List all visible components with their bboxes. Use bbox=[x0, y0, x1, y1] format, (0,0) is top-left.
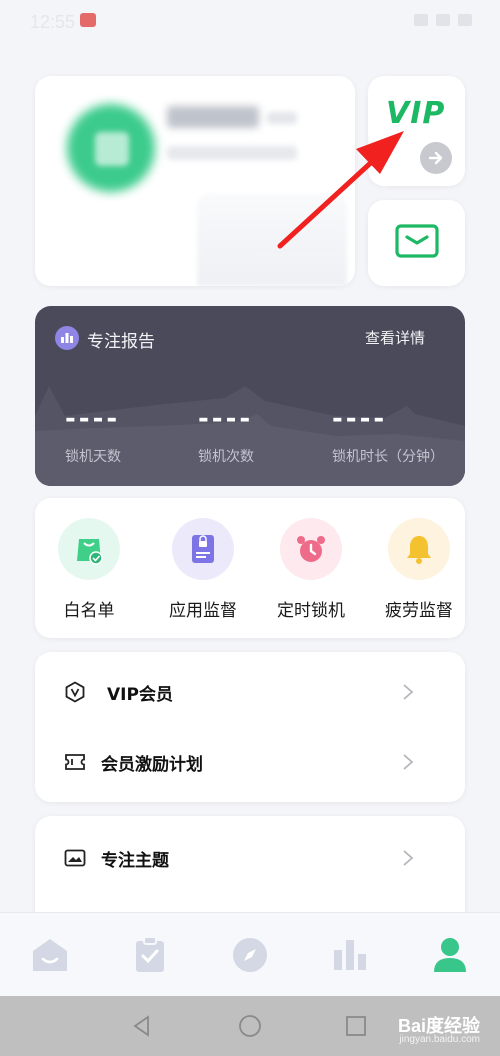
tool-label: 白名单 bbox=[63, 601, 115, 621]
user-tag-blurred bbox=[267, 112, 297, 124]
stat-lock-count: ---- 锁机次数 bbox=[198, 404, 254, 466]
user-name-blurred bbox=[167, 106, 259, 128]
menu-label: VIP会员 bbox=[107, 684, 173, 705]
ticket-icon bbox=[63, 750, 87, 774]
chevron-right-icon bbox=[403, 850, 414, 866]
focus-report-card[interactable]: 专注报告 查看详情 ---- 锁机天数 ---- 锁机次数 ---- 锁机时长（… bbox=[35, 306, 465, 486]
notification-app-icon bbox=[80, 13, 96, 27]
profile-user-icon bbox=[434, 937, 466, 972]
vip-card[interactable]: VIP bbox=[368, 76, 465, 186]
vip-label: VIP bbox=[386, 96, 446, 131]
discover-compass-icon bbox=[233, 937, 267, 972]
home-circle-icon[interactable] bbox=[238, 1014, 262, 1038]
focus-report-title: 专注报告 bbox=[87, 332, 155, 352]
tool-fatigue-monitor[interactable]: 疲劳监督 bbox=[374, 518, 464, 621]
nav-tasks[interactable] bbox=[100, 913, 200, 996]
chevron-right-icon bbox=[403, 754, 414, 770]
report-chart-icon bbox=[55, 326, 79, 350]
stat-label: 锁机次数 bbox=[198, 449, 254, 465]
whitelist-bag-icon bbox=[58, 518, 120, 580]
vip-hexagon-icon bbox=[63, 680, 87, 704]
nav-discover[interactable] bbox=[200, 913, 300, 996]
arrow-right-icon[interactable] bbox=[420, 142, 452, 174]
profile-decoration bbox=[197, 194, 347, 286]
view-details-link[interactable]: 查看详情 bbox=[365, 327, 425, 348]
menu-item-incentive-plan[interactable]: 会员激励计划 bbox=[35, 732, 465, 792]
membership-menu-card: VIP会员 会员激励计划 bbox=[35, 652, 465, 802]
back-triangle-icon[interactable] bbox=[130, 1014, 154, 1038]
status-indicators bbox=[414, 14, 472, 26]
bottom-nav bbox=[0, 912, 500, 996]
user-subtitle-blurred bbox=[167, 146, 297, 160]
nav-stats[interactable] bbox=[300, 913, 400, 996]
tool-label: 定时锁机 bbox=[277, 601, 345, 621]
menu-item-vip-member[interactable]: VIP会员 bbox=[35, 662, 465, 722]
stats-chart-icon bbox=[334, 939, 366, 970]
stat-value: ---- bbox=[332, 404, 388, 434]
recents-square-icon[interactable] bbox=[344, 1014, 368, 1038]
tool-whitelist[interactable]: 白名单 bbox=[44, 518, 134, 621]
menu-label: 专注主题 bbox=[101, 850, 169, 871]
stat-value: ---- bbox=[198, 404, 254, 434]
image-icon bbox=[63, 846, 87, 870]
avatar-image bbox=[95, 132, 129, 166]
stat-lock-duration: ---- 锁机时长（分钟） bbox=[332, 404, 444, 466]
menu-label: 会员激励计划 bbox=[101, 754, 203, 775]
sim-icon bbox=[436, 14, 450, 26]
wifi-icon bbox=[414, 14, 428, 26]
mail-icon bbox=[394, 224, 439, 262]
alarm-clock-icon bbox=[280, 518, 342, 580]
profile-card[interactable] bbox=[35, 76, 355, 286]
tasks-clipboard-icon bbox=[136, 935, 164, 972]
system-nav-bar: Bai度经验 jingyan.baidu.com bbox=[0, 996, 500, 1056]
tool-app-monitor[interactable]: 应用监督 bbox=[158, 518, 248, 621]
tools-card: 白名单 应用监督 定时锁机 疲劳监督 bbox=[35, 498, 465, 638]
stat-label: 锁机天数 bbox=[65, 449, 121, 465]
message-card[interactable] bbox=[368, 200, 465, 286]
stat-lock-days: ---- 锁机天数 bbox=[65, 404, 121, 466]
battery-icon bbox=[458, 14, 472, 26]
tool-label: 疲劳监督 bbox=[385, 601, 453, 621]
nav-home[interactable] bbox=[0, 913, 100, 996]
status-time: 12:55 bbox=[30, 12, 76, 32]
nav-profile[interactable] bbox=[400, 913, 500, 996]
status-bar: 12:55 bbox=[0, 0, 500, 44]
stat-value: ---- bbox=[65, 404, 121, 434]
baidu-watermark-url: jingyan.baidu.com bbox=[399, 1034, 480, 1045]
menu-item-focus-theme[interactable]: 专注主题 bbox=[35, 828, 465, 888]
chevron-right-icon bbox=[403, 684, 414, 700]
stat-label: 锁机时长（分钟） bbox=[332, 449, 444, 465]
home-icon bbox=[33, 938, 67, 971]
app-monitor-icon bbox=[172, 518, 234, 580]
bell-icon bbox=[388, 518, 450, 580]
tool-label: 应用监督 bbox=[169, 601, 237, 621]
tool-timed-lock[interactable]: 定时锁机 bbox=[266, 518, 356, 621]
